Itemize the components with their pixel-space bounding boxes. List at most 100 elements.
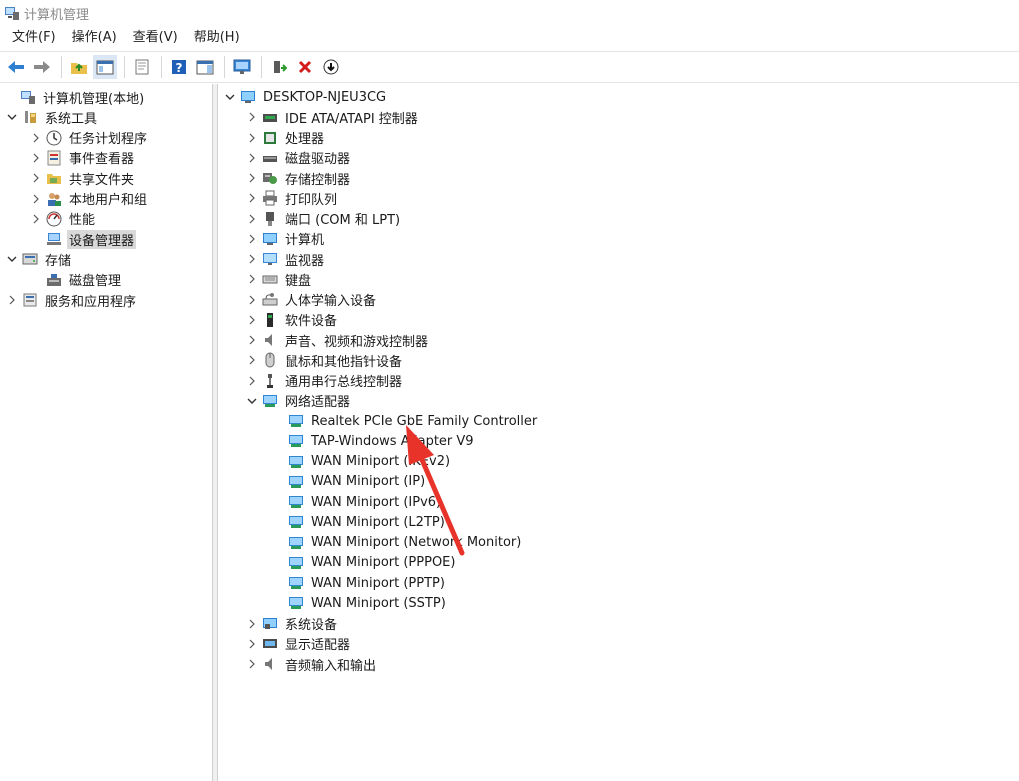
network-adapter-icon (289, 415, 303, 427)
tree-item-label: 本地用户和组 (69, 193, 148, 208)
help-button[interactable]: ? (167, 55, 191, 79)
network-adapter-item[interactable]: WAN Miniport (IKEv2) (272, 452, 452, 472)
chevron-right-icon[interactable] (246, 350, 258, 370)
chevron-down-icon[interactable] (6, 107, 18, 127)
properties-button[interactable] (130, 55, 154, 79)
device-category[interactable]: 计算机 (246, 229, 326, 249)
network-adapter-item[interactable]: TAP-Windows Adapter V9 (272, 431, 476, 451)
chevron-right-icon[interactable] (246, 188, 258, 208)
tree-item-console[interactable]: 存储 (6, 249, 73, 269)
device-category[interactable]: 人体学输入设备 (246, 290, 378, 310)
chevron-right-icon[interactable] (30, 168, 42, 188)
device-category-network[interactable]: 网络适配器 (246, 391, 352, 411)
chevron-right-icon[interactable] (246, 249, 258, 269)
device-category[interactable]: IDE ATA/ATAPI 控制器 (246, 107, 420, 127)
chevron-right-icon[interactable] (30, 189, 42, 209)
device-tree-root[interactable]: DESKTOP-NJEU3CG (224, 87, 388, 107)
tree-item-label: WAN Miniport (PPPOE) (311, 555, 456, 571)
update-driver-icon (274, 61, 287, 73)
forward-button[interactable] (30, 55, 54, 79)
mouse-icon (265, 352, 275, 368)
chevron-right-icon[interactable] (246, 168, 258, 188)
device-category[interactable]: 音频输入和输出 (246, 654, 378, 674)
back-button[interactable] (4, 55, 28, 79)
users-icon (48, 192, 61, 206)
device-category[interactable]: 监视器 (246, 249, 326, 269)
tree-item-label: 存储 (45, 253, 72, 269)
network-adapter-item[interactable]: WAN Miniport (PPPOE) (272, 553, 457, 573)
chevron-right-icon[interactable] (246, 209, 258, 229)
chevron-right-icon[interactable] (30, 209, 42, 229)
device-category[interactable]: 系统设备 (246, 614, 339, 634)
tree-item-label: 计算机管理(本地) (43, 91, 145, 107)
tree-item-console[interactable]: 共享文件夹 (30, 168, 136, 188)
chevron-right-icon[interactable] (246, 371, 258, 391)
up-button[interactable] (67, 55, 91, 79)
tree-item-console[interactable]: 服务和应用程序 (6, 290, 138, 310)
tree-item-console[interactable]: 设备管理器 (30, 229, 137, 249)
device-manager-icon (47, 233, 61, 246)
network-adapter-item[interactable]: WAN Miniport (IP) (272, 472, 427, 492)
tree-item-label: 网络适配器 (285, 395, 351, 411)
menu-view[interactable]: 查看(V) (125, 27, 186, 49)
action-pane-button[interactable] (193, 55, 217, 79)
chevron-right-icon[interactable] (246, 107, 258, 127)
network-adapter-item[interactable]: WAN Miniport (SSTP) (272, 593, 448, 613)
scan-hardware-button[interactable] (230, 55, 254, 79)
menu-bar: 文件(F) 操作(A) 查看(V) 帮助(H) (0, 26, 1019, 50)
chevron-right-icon[interactable] (246, 634, 258, 654)
chevron-right-icon[interactable] (6, 290, 18, 310)
tree-item-console[interactable]: 磁盘管理 (30, 270, 123, 290)
chevron-right-icon[interactable] (246, 330, 258, 350)
chevron-right-icon[interactable] (246, 654, 258, 674)
chevron-right-icon[interactable] (30, 128, 42, 148)
network-adapter-item[interactable]: Realtek PCIe GbE Family Controller (272, 411, 539, 431)
chevron-right-icon[interactable] (246, 128, 258, 148)
device-category[interactable]: 显示适配器 (246, 634, 352, 654)
chevron-right-icon[interactable] (30, 148, 42, 168)
chevron-right-icon[interactable] (246, 229, 258, 249)
device-category[interactable]: 处理器 (246, 128, 326, 148)
menu-file[interactable]: 文件(F) (4, 27, 64, 49)
network-adapter-item[interactable]: WAN Miniport (L2TP) (272, 512, 447, 532)
tree-item-console[interactable]: 任务计划程序 (30, 128, 149, 148)
device-category[interactable]: 鼠标和其他指针设备 (246, 350, 404, 370)
device-category[interactable]: 端口 (COM 和 LPT) (246, 209, 402, 229)
chevron-right-icon[interactable] (246, 310, 258, 330)
device-category[interactable]: 软件设备 (246, 310, 339, 330)
chevron-down-icon[interactable] (224, 87, 236, 107)
show-hide-tree-button[interactable] (93, 55, 117, 79)
tree-item-label: WAN Miniport (Network Monitor) (311, 535, 522, 550)
chevron-right-icon[interactable] (246, 269, 258, 289)
device-category[interactable]: 磁盘驱动器 (246, 148, 352, 168)
network-adapter-item[interactable]: WAN Miniport (IPv6) (272, 492, 443, 512)
tree-item-label: 音频输入和输出 (285, 658, 377, 674)
device-category[interactable]: 声音、视频和游戏控制器 (246, 330, 430, 350)
tree-item-label: 通用串行总线控制器 (285, 375, 403, 390)
tree-item-label: 任务计划程序 (69, 132, 148, 148)
device-category[interactable]: 通用串行总线控制器 (246, 371, 404, 391)
chevron-right-icon[interactable] (246, 148, 258, 168)
tree-item-console[interactable]: 系统工具 (6, 107, 99, 127)
device-category[interactable]: 键盘 (246, 269, 313, 289)
device-category[interactable]: 存储控制器 (246, 168, 352, 188)
menu-help[interactable]: 帮助(H) (186, 27, 248, 49)
chevron-down-icon[interactable] (246, 391, 258, 411)
tree-item-label: 共享文件夹 (69, 172, 135, 188)
tree-item-console[interactable]: 事件查看器 (30, 148, 136, 168)
update-driver-button[interactable] (267, 55, 291, 79)
device-category[interactable]: 打印队列 (246, 188, 339, 208)
chevron-right-icon[interactable] (246, 614, 258, 634)
tree-item-console[interactable]: 计算机管理(本地) (4, 87, 146, 107)
chevron-right-icon[interactable] (246, 290, 258, 310)
download-button[interactable] (319, 55, 343, 79)
uninstall-button[interactable] (293, 55, 317, 79)
menu-action[interactable]: 操作(A) (64, 27, 125, 49)
network-adapter-item[interactable]: WAN Miniport (PPTP) (272, 573, 447, 593)
chevron-down-icon[interactable] (6, 249, 18, 269)
network-adapter-item[interactable]: WAN Miniport (Network Monitor) (272, 533, 523, 553)
tree-item-label: WAN Miniport (IP) (311, 474, 426, 490)
tree-item-console[interactable]: 性能 (30, 209, 97, 229)
tree-item-console[interactable]: 本地用户和组 (30, 189, 149, 209)
